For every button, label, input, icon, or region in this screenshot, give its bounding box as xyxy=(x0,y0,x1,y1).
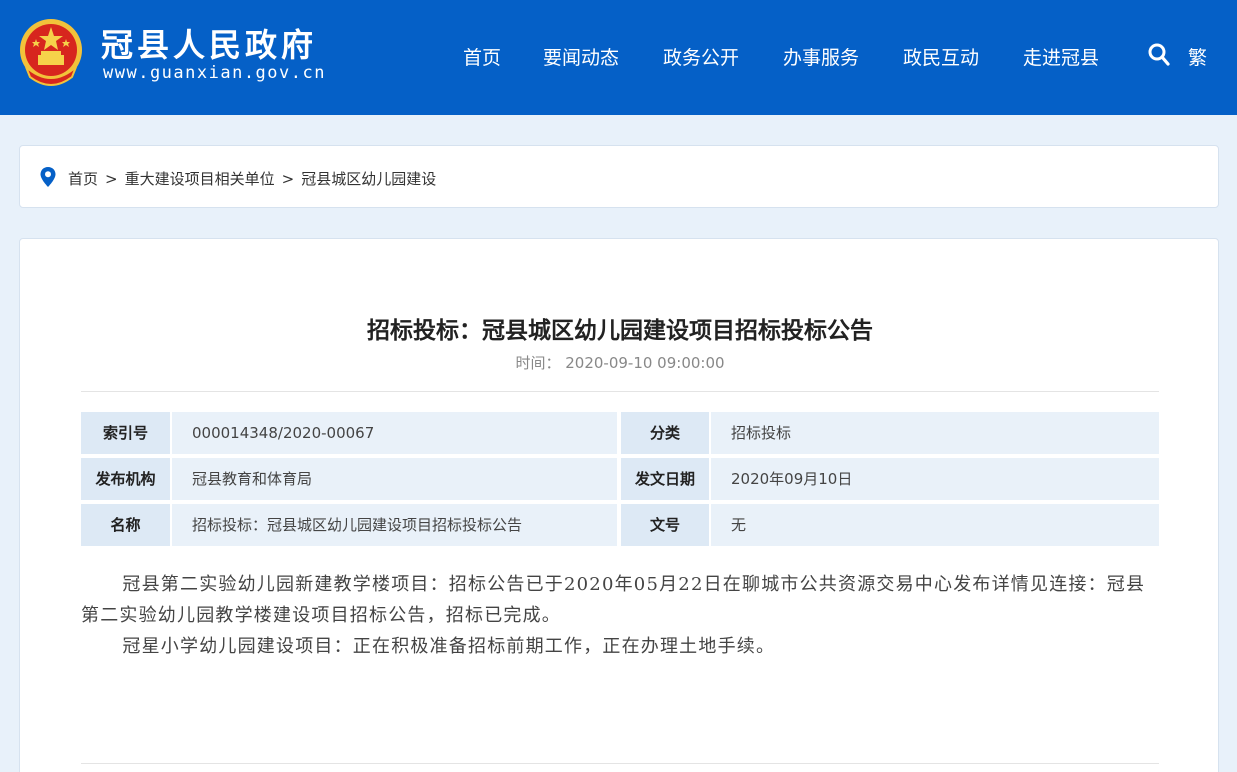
breadcrumb-home[interactable]: 首页 xyxy=(68,170,98,188)
meta-label: 索引号 xyxy=(81,412,170,454)
breadcrumb: 首页 > 重大建设项目相关单位 > 冠县城区幼儿园建设 xyxy=(19,145,1219,208)
nav-item-about[interactable]: 走进冠县 xyxy=(1023,43,1099,70)
site-header: 冠县人民政府 www.guanxian.gov.cn 首页 要闻动态 政务公开 … xyxy=(0,0,1237,115)
meta-value: 招标投标：冠县城区幼儿园建设项目招标投标公告 xyxy=(172,504,617,546)
article-time: 时间： 2020-09-10 09:00:00 xyxy=(20,352,1220,373)
time-value: 2020-09-10 09:00:00 xyxy=(565,354,725,372)
article-body: 冠县第二实验幼儿园新建教学楼项目：招标公告已于2020年05月22日在聊城市公共… xyxy=(81,569,1159,662)
nav-item-public-affairs[interactable]: 政务公开 xyxy=(663,43,739,70)
location-pin-icon xyxy=(40,167,56,187)
site-url[interactable]: www.guanxian.gov.cn xyxy=(103,63,326,83)
meta-value: 冠县教育和体育局 xyxy=(172,458,617,500)
site-title[interactable]: 冠县人民政府 xyxy=(101,20,317,66)
table-row: 索引号 000014348/2020-00067 分类 招标投标 xyxy=(81,412,1159,454)
nav-item-news[interactable]: 要闻动态 xyxy=(543,43,619,70)
article-paragraph: 冠星小学幼儿园建设项目：正在积极准备招标前期工作，正在办理土地手续。 xyxy=(122,636,776,657)
national-emblem-icon[interactable] xyxy=(18,17,84,89)
meta-label: 分类 xyxy=(621,412,709,454)
meta-label: 文号 xyxy=(621,504,709,546)
article-title: 招标投标：冠县城区幼儿园建设项目招标投标公告 xyxy=(367,318,873,344)
article-paragraph: 冠县第二实验幼儿园新建教学楼项目：招标公告已于2020年05月22日在聊城市公共… xyxy=(81,574,1146,626)
meta-value: 2020年09月10日 xyxy=(711,458,1159,500)
breadcrumb-separator: > xyxy=(281,170,295,188)
breadcrumb-major-projects[interactable]: 重大建设项目相关单位 xyxy=(125,170,275,188)
meta-value: 无 xyxy=(711,504,1159,546)
meta-label: 名称 xyxy=(81,504,170,546)
nav-item-home[interactable]: 首页 xyxy=(463,43,501,70)
nav-item-interaction[interactable]: 政民互动 xyxy=(903,43,979,70)
table-row: 发布机构 冠县教育和体育局 发文日期 2020年09月10日 xyxy=(81,458,1159,500)
meta-label: 发布机构 xyxy=(81,458,170,500)
article-container: 招标投标：冠县城区幼儿园建设项目招标投标公告 时间： 2020-09-10 09… xyxy=(19,238,1219,772)
meta-label: 发文日期 xyxy=(621,458,709,500)
title-divider xyxy=(81,391,1159,392)
breadcrumb-trail: 首页 > 重大建设项目相关单位 > 冠县城区幼儿园建设 xyxy=(68,168,436,189)
traditional-chinese-toggle[interactable]: 繁 xyxy=(1188,43,1207,70)
breadcrumb-current[interactable]: 冠县城区幼儿园建设 xyxy=(301,170,436,188)
search-icon[interactable] xyxy=(1147,42,1171,68)
footer-divider xyxy=(81,763,1159,764)
nav-item-services[interactable]: 办事服务 xyxy=(783,43,859,70)
breadcrumb-separator: > xyxy=(105,170,118,188)
time-label: 时间： xyxy=(515,354,561,372)
meta-value: 招标投标 xyxy=(711,412,1159,454)
meta-value: 000014348/2020-00067 xyxy=(172,412,617,454)
table-row: 名称 招标投标：冠县城区幼儿园建设项目招标投标公告 文号 无 xyxy=(81,504,1159,546)
